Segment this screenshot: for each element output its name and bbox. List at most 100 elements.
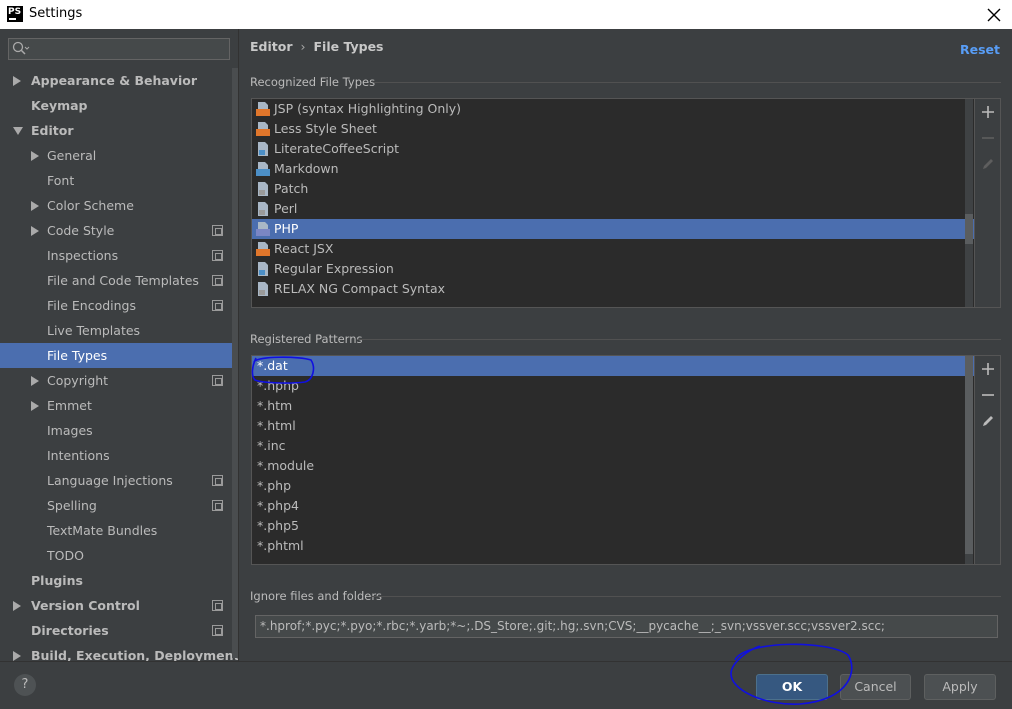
sidebar-item-label: Editor (31, 123, 74, 138)
sidebar-item-intentions[interactable]: Intentions (0, 443, 238, 468)
pattern-row[interactable]: *.php (252, 476, 974, 496)
sidebar-item-file-and-code-templates[interactable]: File and Code Templates (0, 268, 238, 293)
expand-arrow-icon[interactable] (31, 401, 39, 411)
apply-button[interactable]: Apply (924, 674, 996, 700)
file-type-row[interactable]: Less Style Sheet (252, 119, 974, 139)
section-divider (374, 82, 1001, 83)
pattern-row[interactable]: *.module (252, 456, 974, 476)
file-type-row[interactable]: React JSX (252, 239, 974, 259)
remove-file-type-button[interactable] (979, 129, 997, 147)
file-type-row[interactable]: LiterateCoffeeScript (252, 139, 974, 159)
sidebar-item-language-injections[interactable]: Language Injections (0, 468, 238, 493)
help-button[interactable]: ? (14, 674, 36, 696)
sidebar-item-live-templates[interactable]: Live Templates (0, 318, 238, 343)
pattern-row[interactable]: *.html (252, 416, 974, 436)
minus-icon (982, 137, 994, 139)
recognized-file-types-list[interactable]: JSP (syntax Highlighting Only) Less Style… (251, 98, 975, 308)
expand-arrow-icon[interactable] (13, 76, 21, 86)
pattern-row[interactable]: *.htm (252, 396, 974, 416)
add-file-type-button[interactable] (979, 103, 997, 121)
sidebar-item-label: File Types (47, 348, 108, 363)
close-window-button[interactable] (979, 0, 1008, 29)
file-type-row[interactable]: PHP (252, 219, 974, 239)
edit-pattern-button[interactable] (979, 412, 997, 430)
sidebar-item-version-control[interactable]: Version Control (0, 593, 238, 618)
registered-patterns-list[interactable]: *.dat *.hphp *.htm *.html *.inc *.module *.php… (251, 355, 975, 565)
expand-arrow-icon[interactable] (31, 376, 39, 386)
scrollbar-thumb[interactable] (965, 214, 973, 244)
file-types-panel: Editor › File Types Reset Recognized File … (240, 29, 1012, 661)
sidebar-item-file-types[interactable]: File Types (0, 343, 238, 368)
add-pattern-button[interactable] (979, 360, 997, 378)
sidebar-item-keymap[interactable]: Keymap (0, 93, 238, 118)
sidebar-item-color-scheme[interactable]: Color Scheme (0, 193, 238, 218)
sidebar-item-emmet[interactable]: Emmet (0, 393, 238, 418)
sidebar-item-label: Font (47, 173, 75, 188)
sidebar-item-inspections[interactable]: Inspections (0, 243, 238, 268)
ok-button[interactable]: OK (756, 674, 828, 700)
sidebar-item-textmate-bundles[interactable]: TextMate Bundles (0, 518, 238, 543)
expand-arrow-icon[interactable] (13, 651, 21, 661)
sidebar-item-build-execution-deployment[interactable]: Build, Execution, Deployment (0, 643, 239, 661)
sidebar-item-file-encodings[interactable]: File Encodings (0, 293, 238, 318)
sidebar-item-directories[interactable]: Directories (0, 618, 238, 643)
settings-search-input[interactable] (8, 38, 230, 60)
expand-arrow-icon[interactable] (31, 201, 39, 211)
patterns-toolbar (975, 355, 1001, 565)
jsp-file-icon (256, 102, 270, 116)
sidebar-scrollbar[interactable] (232, 68, 238, 658)
file-type-label: Less Style Sheet (274, 121, 377, 136)
project-scope-icon (212, 500, 223, 511)
sidebar-item-label: Build, Execution, Deployment (31, 648, 239, 661)
sidebar-item-appearance-behavior[interactable]: Appearance & Behavior (0, 68, 238, 93)
expand-arrow-icon[interactable] (31, 226, 39, 236)
breadcrumb-parent: Editor (250, 39, 293, 54)
sidebar-item-general[interactable]: General (0, 143, 238, 168)
project-scope-icon (212, 225, 223, 236)
edit-file-type-button[interactable] (979, 155, 997, 173)
sidebar-item-label: Version Control (31, 598, 140, 613)
sidebar-item-plugins[interactable]: Plugins (0, 568, 238, 593)
sidebar-item-spelling[interactable]: Spelling (0, 493, 238, 518)
plus-icon (982, 363, 994, 375)
search-icon (12, 41, 30, 55)
sidebar-item-code-style[interactable]: Code Style (0, 218, 238, 243)
file-type-row[interactable]: JSP (syntax Highlighting Only) (252, 99, 974, 119)
sidebar-item-font[interactable]: Font (0, 168, 238, 193)
file-type-row[interactable]: Regular Expression (252, 259, 974, 279)
project-scope-icon (212, 300, 223, 311)
sidebar-item-editor[interactable]: Editor (0, 118, 238, 143)
pattern-row[interactable]: *.php5 (252, 516, 974, 536)
sidebar-item-label: File Encodings (47, 298, 137, 313)
pattern-row[interactable]: *.inc (252, 436, 974, 456)
collapse-arrow-icon[interactable] (13, 127, 23, 135)
sidebar-item-label: Color Scheme (47, 198, 134, 213)
cancel-button[interactable]: Cancel (840, 674, 911, 700)
sidebar-item-label: Images (47, 423, 93, 438)
reset-link[interactable]: Reset (960, 42, 1000, 57)
scrollbar-thumb[interactable] (965, 356, 973, 554)
expand-arrow-icon[interactable] (13, 601, 21, 611)
file-type-label: Markdown (274, 161, 339, 176)
pattern-row[interactable]: *.php4 (252, 496, 974, 516)
patterns-list-scrollbar[interactable] (965, 356, 973, 564)
ignore-files-input[interactable]: *.hprof;*.pyc;*.pyo;*.rbc;*.yarb;*~;.DS_… (255, 615, 998, 638)
pattern-row[interactable]: *.phtml (252, 536, 974, 556)
pattern-row[interactable]: *.dat (252, 356, 974, 376)
sidebar-item-label: Directories (31, 623, 109, 638)
sidebar-item-images[interactable]: Images (0, 418, 238, 443)
recognized-list-scrollbar[interactable] (965, 99, 973, 307)
pencil-icon (983, 416, 993, 426)
perl-file-icon (258, 202, 268, 216)
project-scope-icon (212, 375, 223, 386)
sidebar-item-copyright[interactable]: Copyright (0, 368, 238, 393)
sidebar-item-todo[interactable]: TODO (0, 543, 238, 568)
file-type-row[interactable]: RELAX NG Compact Syntax (252, 279, 974, 299)
expand-arrow-icon[interactable] (31, 151, 39, 161)
pattern-row[interactable]: *.hphp (252, 376, 974, 396)
file-type-row[interactable]: Patch (252, 179, 974, 199)
project-scope-icon (212, 250, 223, 261)
file-type-row[interactable]: Markdown (252, 159, 974, 179)
file-type-row[interactable]: Perl (252, 199, 974, 219)
remove-pattern-button[interactable] (979, 386, 997, 404)
